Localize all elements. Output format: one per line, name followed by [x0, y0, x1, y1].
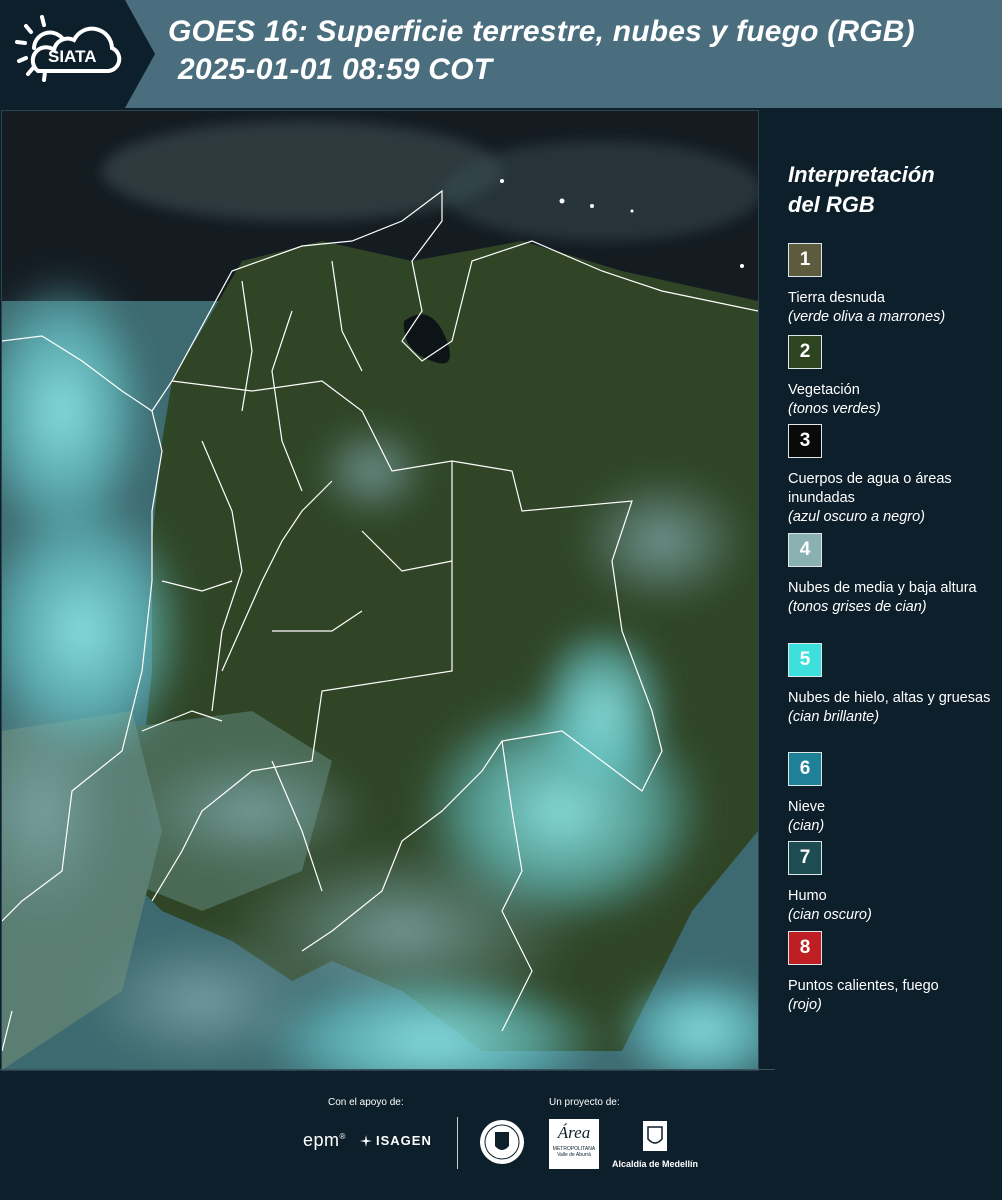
epm-logo: epm® [303, 1130, 346, 1150]
legend-label: Nubes de hielo, altas y gruesas [788, 690, 991, 706]
swatch-vegetation: 2 [788, 335, 822, 369]
rgb-legend: Interpretación del RGB 1 Tierra desnuda … [788, 160, 993, 1013]
legend-sublabel: (cian oscuro) [788, 907, 872, 923]
legend-sublabel: (azul oscuro a negro) [788, 509, 926, 525]
swatch-snow: 6 [788, 752, 822, 786]
isagen-logo-text: ISAGEN [376, 1133, 432, 1148]
siata-logo-icon: SIATA [15, 15, 122, 82]
isagen-star-icon [360, 1135, 372, 1147]
legend-sublabel: (tonos verdes) [788, 401, 881, 417]
legend-label: Nieve [788, 799, 826, 815]
page-title: GOES 16: Superficie terrestre, nubes y f… [168, 15, 915, 48]
legend-sublabel: (rojo) [788, 997, 822, 1013]
legend-label: Humo [788, 888, 827, 904]
epm-logo-text: epm [303, 1130, 340, 1150]
legend-sublabel: (cian) [788, 818, 825, 834]
area-metropolitana-logo: Área METROPOLITANA Valle de Aburrá [549, 1119, 599, 1169]
legend-item: 1 Tierra desnuda (verde oliva a marrones… [788, 243, 993, 327]
legend-title-line1: Interpretación [788, 162, 935, 187]
area-logo-text: Área [557, 1123, 591, 1142]
legend-sublabel: (verde oliva a marrones) [788, 309, 946, 325]
swatch-fire: 8 [788, 931, 822, 965]
footer-divider [457, 1117, 458, 1169]
legend-label: Tierra desnuda [788, 290, 885, 306]
swatch-bare-soil: 1 [788, 243, 822, 277]
logo-text: SIATA [48, 47, 96, 66]
univ-seal-icon [478, 1118, 526, 1171]
legend-title-line2: del RGB [788, 192, 875, 217]
legend-item: 5 Nubes de hielo, altas y gruesas (cian … [788, 643, 993, 727]
footer-divider-line [0, 1069, 775, 1070]
project-label: Un proyecto de: [549, 1097, 620, 1108]
legend-label: Nubes de media y baja altura [788, 580, 977, 596]
swatch-ice-clouds: 5 [788, 643, 822, 677]
swatch-smoke: 7 [788, 841, 822, 875]
legend-sublabel: (tonos grises de cian) [788, 599, 927, 615]
swatch-water: 3 [788, 424, 822, 458]
legend-item: 8 Puntos calientes, fuego (rojo) [788, 931, 993, 1015]
swatch-low-clouds: 4 [788, 533, 822, 567]
legend-item: 3 Cuerpos de agua o áreas inundadas (azu… [788, 424, 993, 527]
alcaldia-text: Alcaldía de Medellín [612, 1159, 699, 1169]
map-svg [2, 111, 758, 1070]
area-logo-subtext2: Valle de Aburrá [557, 1152, 591, 1158]
legend-item: 4 Nubes de media y baja altura (tonos gr… [788, 533, 993, 617]
legend-item: 2 Vegetación (tonos verdes) [788, 335, 993, 419]
legend-item: 6 Nieve (cian) [788, 752, 993, 836]
siata-logo-block: SIATA [0, 0, 155, 108]
legend-item: 7 Humo (cian oscuro) [788, 841, 993, 925]
legend-sublabel: (cian brillante) [788, 709, 880, 725]
timestamp: 2025-01-01 08:59 COT [178, 53, 493, 86]
isagen-logo: ISAGEN [360, 1133, 432, 1148]
legend-label: Cuerpos de agua o áreas inundadas [788, 471, 952, 506]
legend-label: Puntos calientes, fuego [788, 978, 939, 994]
satellite-map [1, 110, 759, 1071]
header-bar: SIATA GOES 16: Superficie terrestre, nub… [0, 0, 1002, 108]
legend-title: Interpretación del RGB [788, 160, 978, 220]
alcaldia-shield-icon [641, 1119, 669, 1158]
legend-label: Vegetación [788, 382, 860, 398]
support-label: Con el apoyo de: [328, 1097, 404, 1108]
